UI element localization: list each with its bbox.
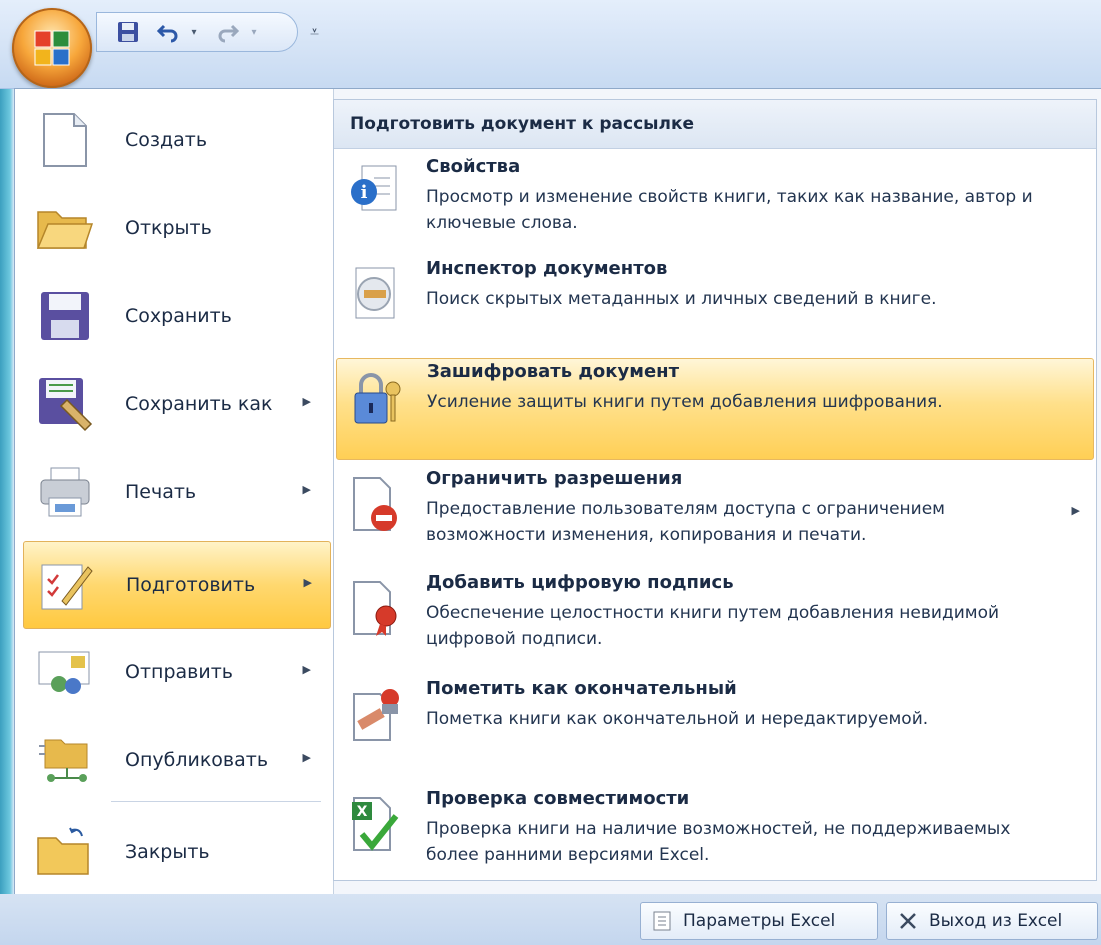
menu-item-save-as[interactable]: Сохранить как ▶ (23, 361, 329, 447)
digital-signature-icon (353, 581, 397, 636)
exit-excel-label: Выход из Excel (929, 911, 1063, 931)
menu-item-save[interactable]: Сохранить (23, 273, 329, 359)
compatibility-check-icon: X (352, 797, 399, 851)
printer-icon (35, 462, 95, 522)
menu-item-label: Закрыть (125, 841, 210, 863)
menu-item-print[interactable]: Печать ▶ (23, 449, 329, 535)
prepare-submenu: Подготовить документ к рассылке i Свойст… (333, 99, 1097, 881)
menu-item-send[interactable]: Отправить ▶ (23, 629, 329, 715)
menu-item-prepare[interactable]: Подготовить ▶ (23, 541, 331, 629)
menu-item-label: Печать (125, 481, 197, 503)
menu-item-label: Подготовить (126, 574, 256, 596)
submenu-arrow-icon: ▶ (302, 395, 311, 408)
close-icon (900, 913, 916, 929)
properties-icon: i (351, 165, 397, 211)
submenu-item-compatibility[interactable]: X Проверка совместимости Проверка книги … (336, 786, 1092, 876)
submenu-item-title: Ограничить разрешения (426, 468, 683, 489)
submenu-item-title: Свойства (426, 156, 521, 177)
window-frame: ▾ ▾ ⩡ Создать Открыть Сохранить Сохранит… (0, 0, 1101, 945)
menu-item-label: Опубликовать (125, 749, 269, 771)
options-icon (653, 911, 671, 931)
restrict-permission-icon (353, 477, 397, 531)
office-logo-icon (34, 30, 70, 66)
send-icon (35, 642, 95, 702)
customize-icon[interactable]: ⩡ (310, 22, 319, 42)
submenu-header-text: Подготовить документ к рассылке (350, 114, 695, 134)
submenu-item-description: Предоставление пользователям доступа с о… (426, 499, 945, 545)
excel-options-button[interactable]: Параметры Excel (640, 902, 878, 940)
submenu-item-description: Пометка книги как окончательной и нереда… (426, 709, 929, 729)
quick-access-toolbar: ▾ ▾ ⩡ (0, 0, 1101, 89)
svg-text:X: X (357, 804, 368, 820)
svg-text:i: i (361, 182, 368, 203)
prepare-icon (36, 555, 96, 615)
menu-item-label: Отправить (125, 661, 233, 683)
submenu-item-inspector[interactable]: Инспектор документов Поиск скрытых метад… (336, 256, 1092, 342)
submenu-item-description: Поиск скрытых метаданных и личных сведен… (426, 289, 937, 309)
submenu-header: Подготовить документ к рассылке (334, 100, 1096, 149)
mark-final-icon (353, 689, 399, 741)
menu-item-label: Открыть (125, 217, 212, 239)
menu-item-label: Сохранить (125, 305, 232, 327)
undo-dropdown-icon[interactable]: ▾ (187, 17, 201, 47)
submenu-item-digital-signature[interactable]: Добавить цифровую подпись Обеспечение це… (336, 570, 1092, 670)
submenu-arrow-icon: ▶ (303, 576, 312, 589)
redo-icon[interactable] (213, 17, 243, 47)
submenu-item-title: Пометить как окончательный (426, 678, 737, 699)
open-folder-icon (35, 198, 95, 258)
submenu-item-description: Усиление защиты книги путем добавления ш… (427, 392, 943, 412)
submenu-item-title: Добавить цифровую подпись (426, 572, 734, 593)
submenu-item-description: Обеспечение целостности книги путем доба… (426, 603, 1000, 649)
submenu-item-title: Проверка совместимости (426, 788, 690, 809)
menu-item-new[interactable]: Создать (23, 97, 329, 183)
exit-excel-button[interactable]: Выход из Excel (886, 902, 1098, 940)
undo-icon[interactable] (153, 17, 183, 47)
menu-item-label: Создать (125, 129, 208, 151)
excel-options-label: Параметры Excel (683, 911, 836, 931)
submenu-item-description: Проверка книги на наличие возможностей, … (426, 819, 1011, 865)
submenu-item-description: Просмотр и изменение свойств книги, таки… (426, 187, 1033, 233)
new-document-icon (35, 110, 95, 170)
submenu-item-properties[interactable]: i Свойства Просмотр и изменение свойств … (336, 154, 1092, 252)
menu-item-open[interactable]: Открыть (23, 185, 329, 271)
submenu-arrow-icon: ▶ (302, 483, 311, 496)
submenu-arrow-icon: ▶ (302, 751, 311, 764)
redo-dropdown-icon[interactable]: ▾ (247, 17, 261, 47)
menu-item-label: Сохранить как (125, 393, 273, 415)
save-icon[interactable] (113, 17, 143, 47)
submenu-item-mark-final[interactable]: Пометить как окончательный Пометка книги… (336, 676, 1092, 764)
quick-access-bar: ▾ ▾ (96, 12, 298, 52)
save-as-icon (35, 374, 95, 434)
menu-item-close[interactable]: Закрыть (23, 809, 329, 895)
menu-item-publish[interactable]: Опубликовать ▶ (23, 717, 329, 803)
submenu-item-encrypt[interactable]: Зашифровать документ Усиление защиты кни… (336, 358, 1094, 460)
inspector-icon (355, 267, 395, 319)
office-menu: Создать Открыть Сохранить Сохранить как (14, 88, 1101, 896)
close-folder-icon (35, 822, 95, 882)
submenu-item-title: Зашифровать документ (427, 361, 680, 382)
submenu-item-restrict[interactable]: Ограничить разрешения Предоставление пол… (336, 466, 1092, 566)
submenu-arrow-icon: ▶ (302, 663, 311, 676)
office-button[interactable] (12, 8, 92, 88)
menu-footer: Параметры Excel Выход из Excel (0, 894, 1101, 945)
submenu-arrow-icon: ▶ (1071, 504, 1080, 517)
publish-icon (35, 730, 95, 790)
encrypt-lock-icon (354, 373, 401, 424)
submenu-item-title: Инспектор документов (426, 258, 668, 279)
save-icon (35, 286, 95, 346)
left-menu: Создать Открыть Сохранить Сохранить как (15, 89, 334, 895)
menu-separator (111, 801, 321, 802)
